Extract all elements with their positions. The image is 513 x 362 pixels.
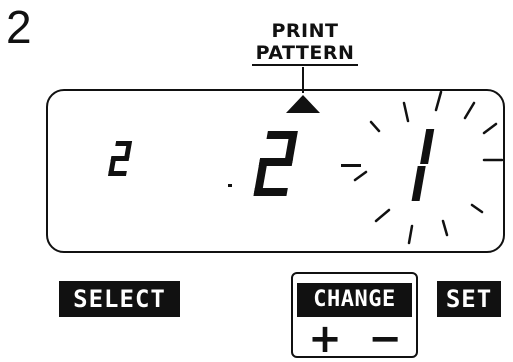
pointer-triangle-icon bbox=[286, 95, 320, 113]
lcd-digit-small-2 bbox=[107, 141, 133, 176]
change-button[interactable]: CHANGE bbox=[297, 283, 412, 317]
lcd-digit-large-1 bbox=[411, 129, 435, 201]
lcd-dash bbox=[341, 164, 361, 167]
blink-rays-icon bbox=[353, 90, 504, 245]
lcd-digit-large-2 bbox=[253, 131, 298, 196]
lcd-dot bbox=[228, 184, 232, 187]
minus-button[interactable]: − bbox=[360, 319, 410, 359]
set-button[interactable]: SET bbox=[437, 281, 501, 317]
plus-button[interactable]: + bbox=[300, 319, 350, 359]
select-button[interactable]: SELECT bbox=[59, 281, 180, 317]
